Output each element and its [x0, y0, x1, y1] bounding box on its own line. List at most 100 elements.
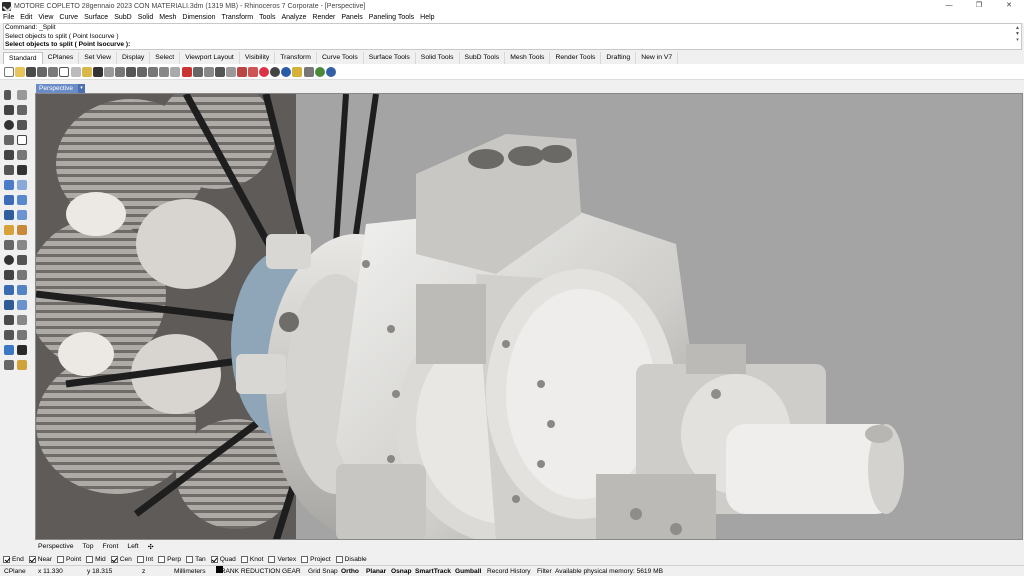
rotate-view-icon[interactable]: [114, 66, 125, 77]
osnap-int-checkbox[interactable]: [136, 556, 144, 563]
tab-subd-tools[interactable]: SubD Tools: [460, 52, 506, 64]
menu-file[interactable]: File: [3, 14, 14, 21]
grid-array-icon[interactable]: [4, 330, 14, 340]
zoom-extents-icon[interactable]: [148, 66, 159, 77]
trim-icon[interactable]: [4, 255, 14, 265]
menu-transform[interactable]: Transform: [222, 14, 254, 21]
new-file-icon[interactable]: [4, 66, 14, 77]
fillet-curve-icon[interactable]: [17, 150, 27, 160]
open-folder-icon[interactable]: [15, 66, 26, 77]
osnap-disable-checkbox[interactable]: [335, 556, 343, 563]
menu-render[interactable]: Render: [312, 14, 335, 21]
move-icon[interactable]: [203, 66, 214, 77]
tab-viewport-layout[interactable]: Viewport Layout: [180, 52, 240, 64]
curve-icon[interactable]: [17, 105, 27, 115]
minimize-button[interactable]: —: [934, 0, 964, 12]
tab-drafting[interactable]: Drafting: [601, 52, 637, 64]
tab-perspective[interactable]: Perspective: [38, 543, 74, 550]
color-wheel-icon[interactable]: [259, 66, 270, 77]
box-solid-icon[interactable]: [4, 195, 14, 205]
filter-toggle[interactable]: Filter: [537, 566, 552, 576]
menu-panels[interactable]: Panels: [341, 14, 362, 21]
layer-icon[interactable]: [236, 66, 247, 77]
osnap-tan-checkbox[interactable]: [186, 556, 194, 563]
circle-icon[interactable]: [4, 120, 14, 130]
cplane-icon[interactable]: [181, 66, 192, 77]
tab-select[interactable]: Select: [150, 52, 181, 64]
chamfer-icon[interactable]: [17, 270, 27, 280]
rotate-icon[interactable]: [17, 315, 27, 325]
units-label[interactable]: Millimeters: [174, 566, 206, 576]
boolean-difference-icon[interactable]: [17, 225, 27, 235]
tab-cplanes[interactable]: CPlanes: [43, 52, 80, 64]
osnap-int[interactable]: Int: [136, 556, 153, 563]
osnap-quad-checkbox[interactable]: [210, 556, 218, 563]
tab-top[interactable]: Top: [83, 543, 94, 550]
select-icon[interactable]: [192, 66, 203, 77]
join-icon[interactable]: [17, 240, 27, 250]
polyline-icon[interactable]: [4, 105, 14, 115]
properties-icon[interactable]: [248, 66, 259, 77]
arc-icon[interactable]: [17, 120, 27, 130]
sphere-solid-icon[interactable]: [17, 195, 27, 205]
gear-icon[interactable]: [303, 66, 314, 77]
record-history-toggle[interactable]: Record History: [487, 566, 531, 576]
osnap-vertex[interactable]: Vertex: [268, 556, 296, 563]
zoom-window-icon[interactable]: [137, 66, 148, 77]
menu-subd[interactable]: SubD: [114, 14, 132, 21]
osnap-cen-checkbox[interactable]: [110, 556, 118, 563]
menu-help[interactable]: Help: [420, 14, 434, 21]
tab-surface-tools[interactable]: Surface Tools: [364, 52, 416, 64]
boolean-union-icon[interactable]: [4, 225, 14, 235]
explode-icon[interactable]: [4, 240, 14, 250]
menu-solid[interactable]: Solid: [138, 14, 154, 21]
extrude-icon[interactable]: [17, 210, 27, 220]
four-viewports-icon[interactable]: [170, 66, 181, 77]
patch-surface-icon[interactable]: [17, 180, 27, 190]
viewport-title-tab[interactable]: Perspective ▾: [36, 84, 85, 93]
osnap-disable[interactable]: Disable: [335, 556, 367, 563]
material-sphere-icon[interactable]: [281, 66, 292, 77]
fillet-edge-icon[interactable]: [4, 270, 14, 280]
viewport-menu-chevron-icon[interactable]: ▾: [78, 84, 85, 93]
pan-hand-icon[interactable]: [103, 66, 114, 77]
osnap-end[interactable]: End: [3, 556, 24, 563]
osnap-project-checkbox[interactable]: [301, 556, 309, 563]
triangle-icon[interactable]: [4, 135, 14, 145]
tab-left[interactable]: Left: [127, 543, 138, 550]
ellipse-icon[interactable]: [4, 150, 14, 160]
menu-surface[interactable]: Surface: [84, 14, 108, 21]
menu-dimension[interactable]: Dimension: [182, 14, 215, 21]
tab-render-tools[interactable]: Render Tools: [550, 52, 602, 64]
osnap-quad[interactable]: Quad: [210, 556, 236, 563]
scale-icon[interactable]: [4, 315, 14, 325]
osnap-point[interactable]: Point: [57, 556, 81, 563]
osnap-knot-checkbox[interactable]: [240, 556, 248, 563]
undo-icon[interactable]: [92, 66, 103, 77]
save-icon[interactable]: [26, 66, 37, 77]
command-scroll-arrows[interactable]: ▲ ▼ ▾: [1014, 25, 1020, 49]
rectangle-icon[interactable]: [17, 135, 27, 145]
ortho-toggle[interactable]: Ortho: [341, 566, 359, 576]
osnap-end-checkbox[interactable]: [3, 556, 10, 563]
osnap-perp[interactable]: Perp: [158, 556, 181, 563]
add-viewport-icon[interactable]: ✣: [148, 543, 154, 551]
tab-curve-tools[interactable]: Curve Tools: [317, 52, 364, 64]
smarttrack-toggle[interactable]: SmartTrack: [415, 566, 451, 576]
menu-edit[interactable]: Edit: [20, 14, 32, 21]
surface-icon[interactable]: [4, 180, 14, 190]
osnap-toggle[interactable]: Osnap: [391, 566, 412, 576]
array-icon[interactable]: [17, 300, 27, 310]
grid-snap-toggle[interactable]: Grid Snap: [308, 566, 338, 576]
osnap-project[interactable]: Project: [301, 556, 331, 563]
copy-icon[interactable]: [70, 66, 81, 77]
zoom-selected-icon[interactable]: [159, 66, 170, 77]
menu-tools[interactable]: Tools: [259, 14, 275, 21]
tab-set-view[interactable]: Set View: [79, 52, 117, 64]
osnap-mid-checkbox[interactable]: [86, 556, 94, 563]
command-prompt[interactable]: Select objects to split ( Point Isocurve…: [4, 41, 1021, 50]
menu-view[interactable]: View: [38, 14, 53, 21]
osnap-near-checkbox[interactable]: [28, 556, 36, 563]
planar-toggle[interactable]: Planar: [366, 566, 386, 576]
grasshopper-icon[interactable]: [325, 66, 336, 77]
